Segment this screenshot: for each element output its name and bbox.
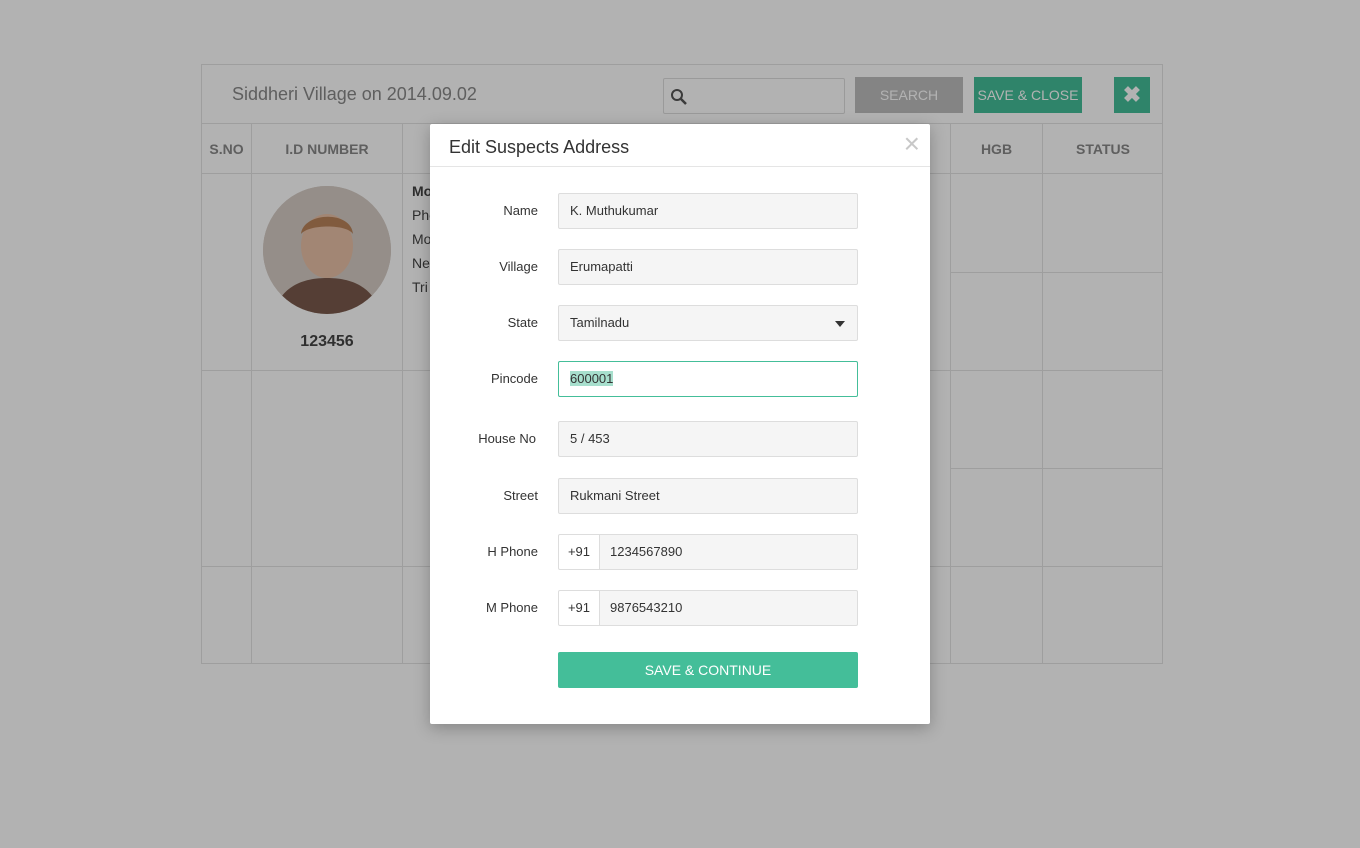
village-field[interactable]: Erumapatti (558, 249, 858, 285)
h-phone-row: H Phone +91 1234567890 (430, 534, 930, 570)
state-label: State (507, 315, 538, 330)
modal-title: Edit Suspects Address (449, 137, 630, 157)
village-row: Village Erumapatti (430, 249, 930, 285)
m-phone-row: M Phone +91 9876543210 (430, 590, 930, 626)
village-label: Village (499, 259, 538, 274)
state-value: Tamilnadu (570, 315, 630, 330)
name-field[interactable]: K. Muthukumar (558, 193, 858, 229)
close-icon[interactable]: × (904, 130, 920, 158)
edit-address-modal: Edit Suspects Address × Name K. Muthukum… (430, 124, 930, 724)
m-phone-country-code: +91 (558, 590, 600, 626)
house-no-row: House No 5 / 453 (430, 421, 930, 457)
state-select[interactable]: Tamilnadu (558, 305, 858, 341)
pincode-value: 600001 (570, 371, 614, 386)
house-no-label: House No (478, 431, 536, 446)
name-row: Name K. Muthukumar (430, 193, 930, 229)
m-phone-label: M Phone (485, 600, 538, 615)
house-no-field[interactable]: 5 / 453 (558, 421, 858, 457)
m-phone-field[interactable]: 9876543210 (599, 590, 858, 626)
street-row: Street Rukmani Street (430, 478, 930, 514)
pincode-label: Pincode (491, 371, 538, 386)
street-label: Street (503, 488, 538, 503)
name-label: Name (503, 203, 538, 218)
h-phone-field[interactable]: 1234567890 (599, 534, 858, 570)
pincode-row: Pincode 600001 (430, 361, 930, 397)
h-phone-label: H Phone (487, 544, 538, 559)
state-row: State Tamilnadu (430, 305, 930, 341)
h-phone-country-code: +91 (558, 534, 600, 570)
street-field[interactable]: Rukmani Street (558, 478, 858, 514)
modal-header: Edit Suspects Address × (430, 124, 930, 167)
save-continue-button[interactable]: SAVE & CONTINUE (558, 652, 858, 688)
chevron-down-icon (835, 321, 845, 327)
pincode-field[interactable]: 600001 (558, 361, 858, 397)
